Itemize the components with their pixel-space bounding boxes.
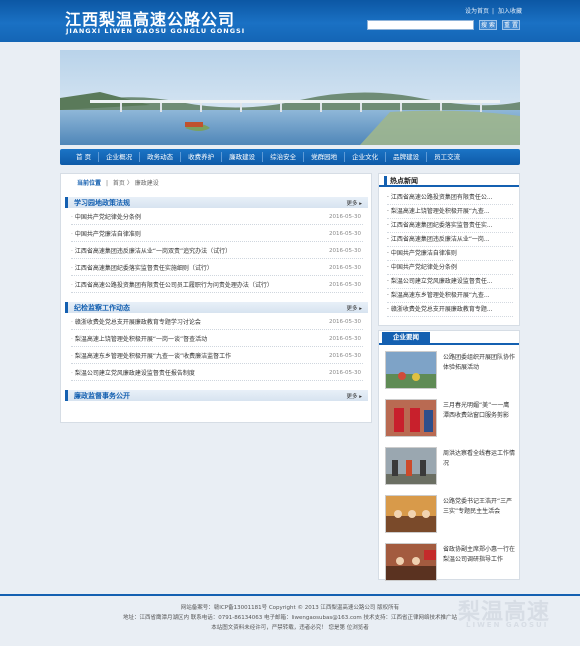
footer: 网站备案号：赣ICP备13001181号 Copyright © 2013 江西… <box>0 603 580 633</box>
hot-news-item[interactable]: · 江西省高速集团违反廉洁从业“一岗... <box>387 233 513 247</box>
news-photo[interactable] <box>385 495 437 533</box>
company-news-item[interactable]: 公路党委书记王浩开“三严三实”专题民主生活会 <box>385 495 515 539</box>
hot-news-item[interactable]: · 江西省高速公路投资集团有限责任公... <box>387 191 513 205</box>
company-news-item[interactable]: 省政协副主席郑小惠一行在梨温公司调研指导工作 <box>385 543 515 587</box>
logo-subtitle: JIANGXI LIWEN GAOSU GONGLU GONGSI <box>66 27 246 35</box>
company-news-item[interactable]: 周洪达察看全线春运工作情况 <box>385 447 515 491</box>
hot-news-item[interactable]: · 赣浙收费处党总支开展廉政教育专题... <box>387 303 513 317</box>
nav-safety[interactable]: 综治安全 <box>263 152 305 162</box>
list-item[interactable]: · 梨温公司建立党风廉政建设监督责任报告制度 2016-05-30 <box>71 366 363 381</box>
list-item[interactable]: · 江西省高速公路投资集团有限责任公司员工履职行为问责处理办法（试行） 2016-0… <box>71 278 363 293</box>
footer-icp-line: 网站备案号：赣ICP备13001181号 Copyright © 2013 江西… <box>180 605 400 611</box>
hot-news-item[interactable]: · 中国共产党廉洁自律准则 <box>387 247 513 261</box>
news-photo[interactable] <box>385 447 437 485</box>
more-link[interactable]: 更多 ▸ <box>346 199 362 207</box>
company-news-header: 企业要闻 <box>379 331 519 345</box>
hot-news-item[interactable]: · 梨温高速上饶管理处积极开展“九查... <box>387 205 513 219</box>
set-home-link[interactable]: 设为首页 <box>465 8 489 15</box>
news-photo[interactable] <box>385 399 437 437</box>
main-content: 当前位置 | 首页 〉 廉政建设 学习园地政策法规 更多 ▸ · 中国共产党纪律处… <box>60 173 372 423</box>
add-favorite-link[interactable]: 加入收藏 <box>498 8 522 15</box>
news-photo[interactable] <box>385 543 437 581</box>
company-news-item[interactable]: 公路团委组织开展团队协作体验拓展活动 <box>385 351 515 395</box>
list-item[interactable]: · 江西省高速集团违反廉洁从业“一岗双责”追究办法（试行） 2016-05-30 <box>71 244 363 259</box>
hot-news-title: 热点新闻 <box>384 176 418 186</box>
banner-image <box>60 50 520 145</box>
footer-notice-line: 本站图文资料未经许可，严禁转载，违者必究！ 您是第 位浏览者 <box>211 625 369 631</box>
news-caption[interactable]: 公路团委组织开展团队协作体验拓展活动 <box>443 353 515 373</box>
section-title: 廉政监督事务公开 <box>74 392 130 400</box>
search-button[interactable]: 搜 索 <box>479 20 497 30</box>
main-nav: 首 页 企业概况 政务动态 收费养护 廉政建设 综治安全 党群园地 企业文化 品… <box>60 149 520 165</box>
hot-news-item[interactable]: · 梨温高速东乡管理处积极开展“九查... <box>387 289 513 303</box>
company-news-item[interactable]: 三月春光明媚“美”一一鹰潭西收费站窗口服务剪影 <box>385 399 515 443</box>
hot-news-item[interactable]: · 梨温公司建立党风廉政建设监督责任... <box>387 275 513 289</box>
nav-brand[interactable]: 品牌建设 <box>386 152 428 162</box>
nav-integrity[interactable]: 廉政建设 <box>222 152 264 162</box>
hot-news-box: 热点新闻 · 江西省高速公路投资集团有限责任公... · 梨温高速上饶管理处积极… <box>378 173 520 326</box>
breadcrumb-page: 廉政建设 <box>134 180 159 187</box>
list-item[interactable]: · 中国共产党廉洁自律准则 2016-05-30 <box>71 227 363 242</box>
nav-company-overview[interactable]: 企业概况 <box>99 152 141 162</box>
nav-toll-maintenance[interactable]: 收费养护 <box>181 152 223 162</box>
section-title: 学习园地政策法规 <box>74 199 130 207</box>
list-item[interactable]: · 江西省高速集团纪委落实监督责任实施细则（试行） 2016-05-30 <box>71 261 363 276</box>
hot-news-header: 热点新闻 <box>379 174 519 187</box>
company-news-title: 企业要闻 <box>382 332 430 343</box>
breadcrumb-home[interactable]: 首页 <box>113 180 125 187</box>
search-input[interactable] <box>367 20 474 30</box>
news-caption[interactable]: 公路党委书记王浩开“三严三实”专题民主生活会 <box>443 497 515 517</box>
list-item[interactable]: · 中国共产党纪律处分条例 2016-05-30 <box>71 210 363 225</box>
bridge-landscape-image <box>60 50 520 145</box>
hot-news-item[interactable]: · 中国共产党纪律处分条例 <box>387 261 513 275</box>
footer-contact-line: 地址：江西省鹰潭月湖区内 联系电话：0791-86134063 电子邮箱：liw… <box>123 615 457 621</box>
news-photo[interactable] <box>385 351 437 389</box>
more-link[interactable]: 更多 ▸ <box>346 304 362 312</box>
section-header-inspection: 纪检监察工作动态 更多 ▸ <box>65 302 368 313</box>
news-caption[interactable]: 三月春光明媚“美”一一鹰潭西收费站窗口服务剪影 <box>443 401 515 421</box>
more-link[interactable]: 更多 ▸ <box>346 392 362 400</box>
nav-staff[interactable]: 员工交流 <box>427 152 467 162</box>
list-item[interactable]: · 梨温高速东乡管理处积极开展“九查一谈”收费廉洁监督工作 2016-05-30 <box>71 349 363 364</box>
hot-news-item[interactable]: · 江西省高速集团纪委落实监督责任实... <box>387 219 513 233</box>
company-news-box: 企业要闻 公路团委组织开展团队协作体验拓展活动 三月春光明媚“美”一一鹰潭西收费… <box>378 330 520 581</box>
section-title: 纪检监察工作动态 <box>74 304 130 312</box>
section-header-disclosure: 廉政监督事务公开 更多 ▸ <box>65 390 368 401</box>
breadcrumb-label: 当前位置 <box>77 180 102 187</box>
top-links: 设为首页 | 加入收藏 <box>464 8 522 15</box>
section-header-policy: 学习园地政策法规 更多 ▸ <box>65 197 368 208</box>
reset-button[interactable]: 重 置 <box>502 20 520 30</box>
news-caption[interactable]: 省政协副主席郑小惠一行在梨温公司调研指导工作 <box>443 545 515 565</box>
list-item[interactable]: · 赣浙收费处党总支开展廉政教育专题学习讨论会 2016-05-30 <box>71 315 363 330</box>
breadcrumb-separator: 〉 <box>126 180 133 187</box>
breadcrumb: 当前位置 | 首页 〉 廉政建设 <box>77 180 159 187</box>
nav-party[interactable]: 党群园地 <box>304 152 346 162</box>
nav-home[interactable]: 首 页 <box>60 152 100 162</box>
news-caption[interactable]: 周洪达察看全线春运工作情况 <box>443 449 515 469</box>
nav-culture[interactable]: 企业文化 <box>345 152 387 162</box>
nav-government-news[interactable]: 政务动态 <box>140 152 182 162</box>
list-item[interactable]: · 梨温高速上饶管理处积极开展“一岗一谈”督查活动 2016-05-30 <box>71 332 363 347</box>
